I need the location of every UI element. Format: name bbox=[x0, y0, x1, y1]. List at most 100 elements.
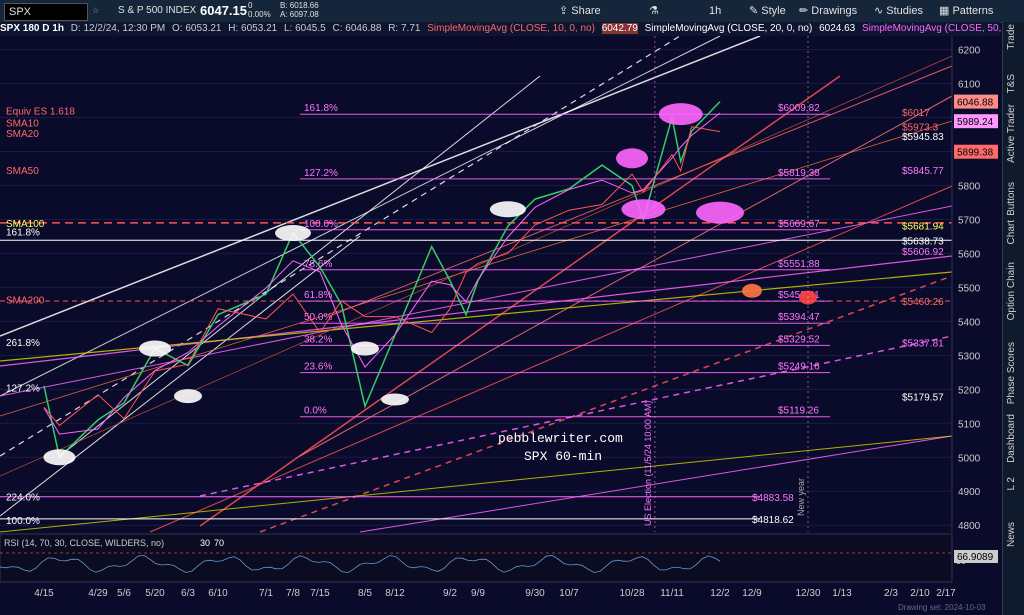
fib-price-label: $5394.47 bbox=[778, 312, 820, 323]
left-label: SMA50 bbox=[6, 166, 39, 177]
study-legend: SPX 180 D 1h D: 12/2/24, 12:30 PM O: 605… bbox=[0, 22, 1021, 36]
drawing-set-note: Drawing set: 2024-10-03 bbox=[898, 603, 986, 612]
sma50-legend[interactable]: SimpleMovingAvg (CLOSE, 50, 0,... bbox=[862, 23, 1021, 34]
highlight-ellipse bbox=[351, 341, 379, 356]
left-label: 224.0% bbox=[6, 492, 40, 503]
share-button[interactable]: ⇪ Share bbox=[555, 3, 605, 19]
fib-label: 38.2% bbox=[304, 334, 332, 345]
x-tick-label: 8/12 bbox=[385, 588, 405, 599]
highlight-ellipse bbox=[139, 340, 171, 357]
side-tabs: Trade T&S Active Trader Buttons Chart Option … bbox=[1002, 22, 1024, 615]
studies-button[interactable]: ∿ Studies bbox=[870, 3, 927, 19]
studies-icon: ∿ bbox=[874, 5, 887, 17]
fib-price-label: $5551.88 bbox=[778, 259, 820, 270]
x-tick-label: 5/20 bbox=[145, 588, 165, 599]
sma10-value: 6042.79 bbox=[601, 23, 638, 34]
x-tick-label: 7/15 bbox=[310, 588, 330, 599]
side-tab-buttons[interactable]: Buttons bbox=[1006, 182, 1017, 216]
right-price-label: $5179.57 bbox=[902, 392, 944, 403]
right-price-label: $4883.58 bbox=[752, 493, 794, 504]
fib-price-label: $5819.38 bbox=[778, 168, 820, 179]
bar-open: O: 6053.21 bbox=[172, 23, 222, 34]
right-price-label: $6017 bbox=[902, 108, 930, 119]
pencil-icon: ✏ bbox=[799, 5, 812, 17]
rsi-label: RSI (14, 70, 30, CLOSE, WILDERS, no) bbox=[4, 538, 164, 548]
x-tick-label: 11/11 bbox=[660, 588, 684, 599]
side-tab-active-trader[interactable]: Active Trader bbox=[1006, 104, 1017, 163]
y-tick-label: 4900 bbox=[958, 487, 981, 498]
price-badge-text: 5899.38 bbox=[957, 148, 994, 159]
right-price-label: $5606.92 bbox=[902, 247, 944, 258]
x-tick-label: 4/15 bbox=[34, 588, 54, 599]
fib-label: 50.0% bbox=[304, 312, 332, 323]
chart-title: SPX 180 D 1h bbox=[0, 23, 64, 34]
bar-date: D: 12/2/24, 12:30 PM bbox=[70, 23, 166, 34]
side-tab-option-chain[interactable]: Option Chain bbox=[1006, 262, 1017, 320]
watermark: pebblewriter.com bbox=[498, 431, 623, 446]
right-price-label: $5337.81 bbox=[902, 338, 944, 349]
side-tab-phase-scores[interactable]: Phase Scores bbox=[1006, 342, 1017, 404]
fib-price-label: $5329.52 bbox=[778, 334, 820, 345]
fib-label: 161.8% bbox=[304, 103, 338, 114]
fib-label: 100.0% bbox=[304, 219, 338, 230]
x-tick-label: 9/9 bbox=[471, 588, 485, 599]
x-tick-label: 6/10 bbox=[208, 588, 228, 599]
y-tick-label: 5400 bbox=[958, 317, 981, 328]
chart-title-text: SPX 60-min bbox=[524, 449, 602, 464]
y-tick-label: 5100 bbox=[958, 419, 981, 430]
left-label: Equiv ES 1.618 bbox=[6, 107, 75, 118]
x-tick-label: 12/9 bbox=[742, 588, 762, 599]
fib-price-label: $5249.16 bbox=[778, 362, 820, 373]
style-button[interactable]: ✎ Style bbox=[745, 3, 790, 19]
y-tick-label: 5500 bbox=[958, 283, 981, 294]
sma20-legend[interactable]: SimpleMovingAvg (CLOSE, 20, 0, no) bbox=[645, 23, 813, 34]
flask-icon[interactable]: ⚗ bbox=[645, 3, 663, 19]
drawings-button[interactable]: ✏ Drawings bbox=[795, 3, 861, 19]
highlight-ellipse bbox=[275, 225, 311, 242]
highlight-ellipse bbox=[381, 393, 409, 406]
timeframe-select[interactable]: 1h bbox=[705, 3, 725, 19]
x-tick-label: 12/30 bbox=[795, 588, 820, 599]
price-badge-text: 5989.24 bbox=[957, 117, 994, 128]
right-price-label: $5460.26 bbox=[902, 297, 944, 308]
gear-icon: ✎ bbox=[749, 5, 762, 17]
index-name: S & P 500 INDEX bbox=[118, 5, 197, 16]
x-tick-label: 9/2 bbox=[443, 588, 457, 599]
side-tab-dashboard[interactable]: Dashboard bbox=[1006, 414, 1017, 463]
right-price-label: $5945.83 bbox=[902, 132, 944, 143]
left-label: 127.2% bbox=[6, 384, 40, 395]
sma10-legend[interactable]: SimpleMovingAvg (CLOSE, 10, 0, no) bbox=[427, 23, 595, 34]
right-price-label: $5681.94 bbox=[902, 222, 944, 233]
highlight-ellipse bbox=[616, 148, 648, 169]
x-tick-label: 4/29 bbox=[88, 588, 108, 599]
y-tick-label: 5700 bbox=[958, 215, 981, 226]
right-price-label: $5638.73 bbox=[902, 236, 944, 247]
x-tick-label: 5/6 bbox=[117, 588, 131, 599]
patterns-button[interactable]: ▦ Patterns bbox=[935, 3, 997, 19]
rsi-lower: 70 bbox=[214, 538, 224, 548]
star-icon[interactable]: ☆ bbox=[92, 3, 99, 19]
y-tick-label: 6200 bbox=[958, 46, 981, 57]
price-chart[interactable]: 161.8% $6009.82 127.2% $5819.38 100.0% $5669.… bbox=[0, 36, 1002, 615]
rsi-value: 66.9089 bbox=[957, 552, 994, 563]
side-tab-l-2[interactable]: L 2 bbox=[1006, 477, 1017, 491]
bar-close: C: 6046.88 bbox=[332, 23, 382, 34]
bar-low: L: 6045.5 bbox=[283, 23, 326, 34]
y-tick-label: 5600 bbox=[958, 249, 981, 260]
price-badge-text: 6046.88 bbox=[957, 98, 994, 109]
side-tab-chart[interactable]: Chart bbox=[1006, 220, 1017, 244]
left-label: 261.8% bbox=[6, 338, 40, 349]
right-price-label: $5845.77 bbox=[902, 166, 944, 177]
symbol-input[interactable]: SPX bbox=[4, 3, 88, 21]
side-tab-t-s[interactable]: T&S bbox=[1006, 74, 1017, 93]
fib-price-label: $5669.67 bbox=[778, 219, 820, 230]
left-label: SMA200 bbox=[6, 295, 45, 306]
x-tick-label: 10/28 bbox=[619, 588, 644, 599]
side-tab-news[interactable]: News bbox=[1006, 522, 1017, 547]
side-tab-trade[interactable]: Trade bbox=[1006, 24, 1017, 50]
y-tick-label: 5000 bbox=[958, 453, 981, 464]
y-tick-label: 6100 bbox=[958, 80, 981, 91]
highlight-ellipse bbox=[696, 201, 744, 224]
highlight-ellipse bbox=[43, 449, 76, 466]
fib-price-label: $5119.26 bbox=[778, 406, 819, 417]
